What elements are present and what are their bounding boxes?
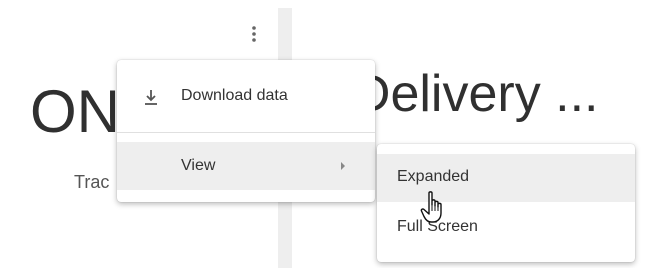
submenu-item-label: Expanded: [397, 168, 470, 185]
chevron-right-icon: [341, 162, 345, 170]
menu-item-view[interactable]: View: [117, 142, 375, 190]
submenu-item-label: Full Screen: [397, 218, 478, 235]
submenu-item-full-screen[interactable]: Full Screen: [377, 204, 635, 252]
more-options-button[interactable]: [244, 20, 264, 48]
menu-item-download-data[interactable]: Download data: [117, 72, 375, 124]
menu-separator: [117, 132, 375, 133]
menu-item-label: Download data: [181, 87, 288, 104]
submenu-item-expanded[interactable]: Expanded: [377, 154, 635, 202]
download-icon: [145, 90, 157, 105]
menu-item-label: View: [181, 157, 216, 174]
context-menu: Download data View: [117, 60, 375, 202]
more-vert-icon: [252, 26, 256, 42]
view-submenu: Expanded Full Screen: [377, 144, 635, 262]
card-subtitle: Trac: [74, 172, 110, 192]
